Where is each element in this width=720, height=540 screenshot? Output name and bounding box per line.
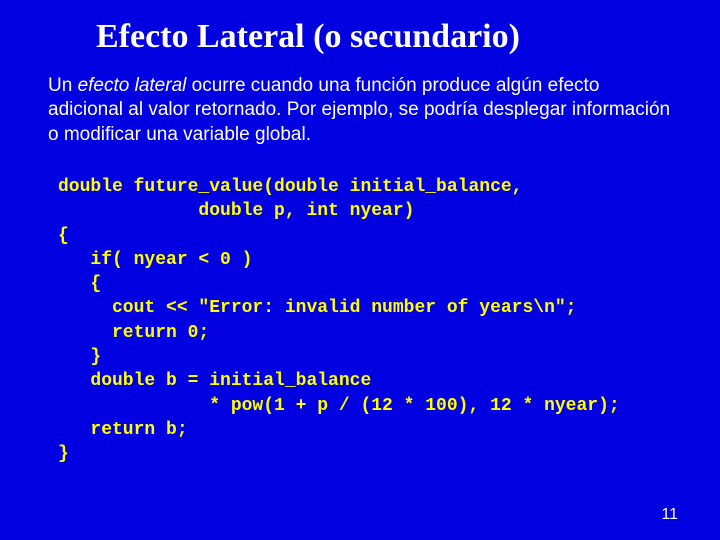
page-number: 11 [661, 506, 678, 524]
slide-paragraph: Un efecto lateral ocurre cuando una func… [48, 74, 672, 147]
paragraph-text-pre: Un [48, 75, 78, 96]
slide-title: Efecto Lateral (o secundario) [96, 18, 672, 56]
paragraph-emphasis: efecto lateral [78, 75, 187, 96]
code-block: double future_value(double initial_balan… [58, 175, 672, 467]
